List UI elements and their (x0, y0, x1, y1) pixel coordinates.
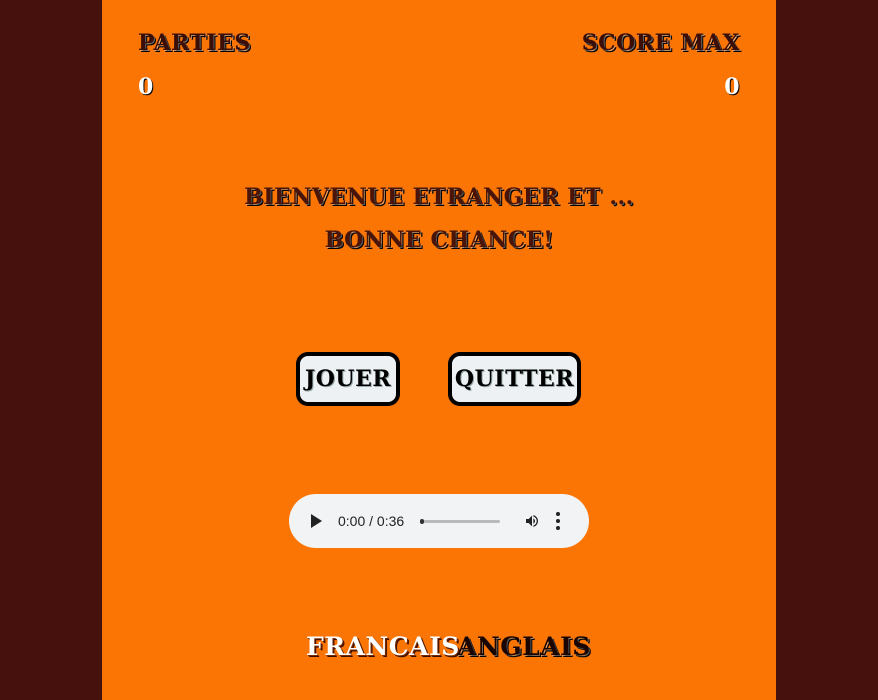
score-max-value: 0 (724, 74, 740, 100)
welcome-line-2: BONNE CHANCE! (324, 227, 554, 253)
audio-time: 0:00 / 0:36 (338, 513, 405, 529)
audio-seek-bar[interactable] (420, 518, 501, 524)
more-vert-icon[interactable] (556, 512, 561, 530)
score-max-label: SCORE MAX (581, 30, 740, 56)
game-panel: PARTIES 0 SCORE MAX 0 BIENVENUE ETRANGER… (102, 0, 776, 700)
quit-button[interactable]: QUITTER (448, 352, 581, 406)
welcome-line-1: BIENVENUE ETRANGER ET ... (244, 184, 634, 210)
play-icon[interactable] (311, 514, 322, 528)
audio-player: 0:00 / 0:36 (289, 494, 589, 548)
parties-value: 0 (138, 74, 154, 100)
language-english-link[interactable]: ANGLAIS (457, 632, 591, 661)
parties-label: PARTIES (138, 30, 251, 56)
play-button[interactable]: JOUER (296, 352, 400, 406)
audio-seek-fill (420, 518, 425, 524)
volume-icon[interactable] (524, 513, 540, 529)
language-french-link[interactable]: FRANCAIS (306, 632, 460, 661)
